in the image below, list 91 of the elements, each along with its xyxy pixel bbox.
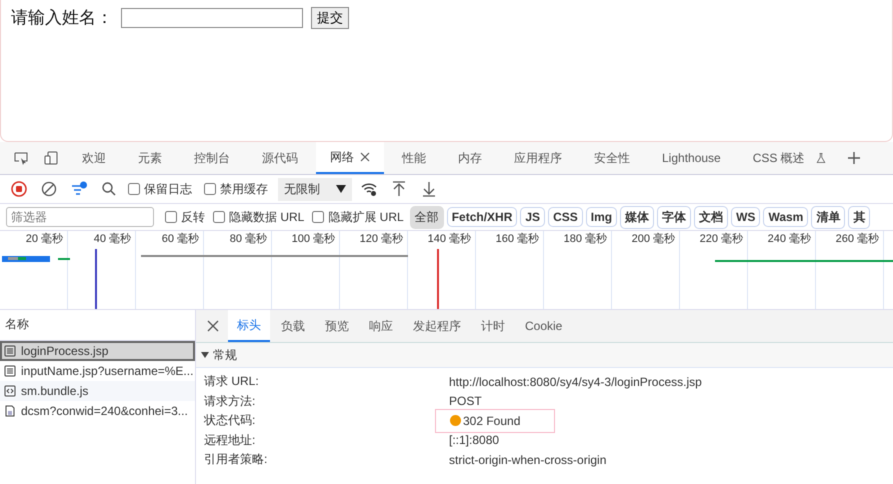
preserve-log-checkbox[interactable] [128, 183, 140, 195]
timeline-tick-label: 120 毫秒 [360, 233, 403, 245]
filter-field[interactable]: 筛选器 [6, 207, 154, 227]
timeline-tick-label: 60 毫秒 [162, 233, 199, 245]
document-icon [4, 365, 16, 377]
throttle-dropdown[interactable]: 无限制 [278, 178, 352, 200]
filter-checkbox[interactable] [165, 211, 177, 223]
type-filter-chip[interactable]: Fetch/XHR [446, 207, 518, 227]
type-filter-chip[interactable]: WS [731, 207, 760, 227]
flask-icon [814, 152, 827, 164]
field-label: 状态代码: [204, 412, 256, 430]
timeline-tick-label: 180 毫秒 [564, 233, 607, 245]
timeline-tick-label: 200 毫秒 [632, 233, 675, 245]
type-filter-chip[interactable]: 清单 [811, 206, 846, 228]
devtools-tab[interactable]: 安全性 [580, 142, 644, 174]
details-tab[interactable]: 计时 [472, 310, 514, 342]
details-tab[interactable]: 标头 [228, 310, 270, 342]
type-filter-chip[interactable]: 媒体 [620, 206, 654, 228]
request-row[interactable]: sm.bundle.js [0, 381, 195, 401]
checkbox-label: 禁用缓存 [220, 180, 268, 198]
request-row[interactable]: loginProcess.jsp [0, 341, 195, 361]
field-label: 请求 URL: [204, 373, 260, 390]
details-tab[interactable]: 发起程序 [404, 310, 470, 342]
timeline-tick-label: 160 毫秒 [496, 233, 539, 245]
filter-checkbox[interactable] [312, 211, 324, 223]
devtools-tab[interactable]: 内存 [444, 142, 496, 174]
checkbox-label: 反转 [181, 208, 205, 226]
devtools-tab[interactable]: 应用程序 [500, 142, 576, 174]
close-icon[interactable] [360, 152, 370, 162]
type-filter-chip[interactable]: Wasm [763, 207, 808, 227]
name-input-field[interactable] [121, 8, 303, 28]
type-filter-chip[interactable]: Img [586, 207, 618, 227]
field-label: 引用者策略: [204, 451, 268, 468]
devtools-tab[interactable]: 性能 [388, 142, 440, 174]
clear-icon[interactable] [41, 181, 57, 197]
details-tab[interactable]: 预览 [316, 310, 358, 342]
field-value: POST [449, 394, 482, 408]
details-tab[interactable]: Cookie [516, 310, 572, 342]
field-label: 远程地址: [204, 432, 256, 449]
timeline-tick-label: 140 毫秒 [428, 233, 471, 245]
field-label: 请求方法: [204, 392, 256, 410]
timeline-tick-label: 100 毫秒 [292, 233, 335, 245]
script-icon [4, 385, 16, 397]
close-icon[interactable] [205, 318, 221, 334]
timeline-tick-label: 20 毫秒 [26, 233, 63, 245]
document-icon [4, 345, 16, 357]
timeline-tick-label: 220 毫秒 [700, 233, 743, 245]
field-value: [::1]:8080 [449, 433, 500, 448]
checkbox-label: 隐藏扩展 URL [328, 208, 404, 226]
file-icon [4, 405, 16, 417]
details-tab[interactable]: 负载 [272, 310, 314, 342]
type-filter-chip[interactable]: 其 [848, 206, 870, 228]
type-filter-chip[interactable]: JS [520, 207, 546, 227]
download-icon[interactable] [421, 181, 437, 197]
checkbox-label: 隐藏数据 URL [229, 208, 304, 226]
type-filter-chip[interactable]: 字体 [657, 206, 692, 228]
submit-button[interactable]: 提交 [311, 7, 349, 29]
devtools-tab[interactable]: 源代码 [248, 142, 312, 174]
timeline-tick-label: 240 毫秒 [768, 233, 811, 245]
devtools-tab[interactable]: Lighthouse [648, 142, 735, 174]
request-row[interactable]: dcsm?conwid=240&conhei=3... [0, 401, 195, 421]
expand-triangle-icon[interactable] [201, 351, 209, 359]
timeline-tick-label: 80 毫秒 [230, 233, 267, 245]
timeline-tick-label: 260 毫秒 [836, 233, 879, 245]
name-label: 请输入姓名： [11, 7, 113, 29]
devtools-tab[interactable]: CSS 概述 [738, 142, 819, 174]
type-filter-chip[interactable]: 文档 [694, 206, 728, 228]
general-section-header[interactable]: 常规 [196, 343, 893, 368]
device-icon[interactable] [43, 150, 59, 166]
caret-icon[interactable] [336, 185, 346, 193]
type-filter-chip[interactable]: CSS [548, 207, 583, 227]
devtools-tab[interactable]: 欢迎 [68, 142, 120, 174]
timeline-tick-label: 40 毫秒 [94, 233, 131, 245]
filter-icon[interactable] [71, 181, 87, 197]
field-value: 302 Found [463, 414, 520, 428]
details-tab[interactable]: 响应 [360, 310, 402, 342]
devtools-tab[interactable]: 元素 [124, 142, 176, 174]
field-value: strict-origin-when-cross-origin [449, 452, 606, 467]
devtools-tab[interactable]: 网络 [316, 142, 384, 174]
disable-cache-checkbox[interactable] [204, 183, 216, 195]
upload-icon[interactable] [391, 181, 407, 197]
search-icon[interactable] [101, 181, 117, 197]
plus-icon[interactable] [846, 150, 862, 166]
inspect-icon[interactable] [13, 150, 29, 166]
record-icon[interactable] [11, 181, 27, 197]
field-value: http://localhost:8080/sy4/sy4-3/loginProcess.jsp [449, 374, 702, 389]
devtools-tab[interactable]: 控制台 [180, 142, 244, 174]
type-filter-chip[interactable]: 全部 [410, 206, 444, 228]
filter-checkbox[interactable] [213, 211, 225, 223]
checkbox-label: 保留日志 [144, 180, 192, 198]
request-row[interactable]: inputName.jsp?username=%E... [0, 361, 195, 381]
